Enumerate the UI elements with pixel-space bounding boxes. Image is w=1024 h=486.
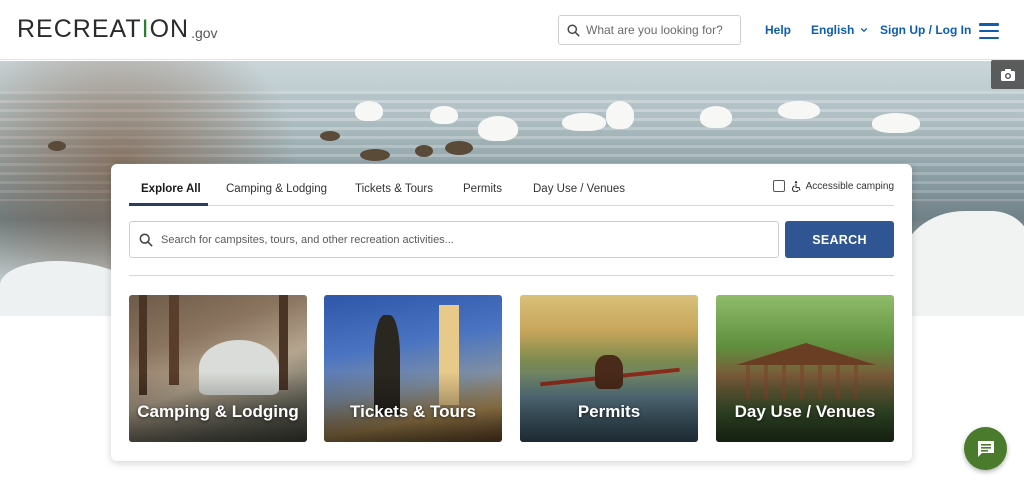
tile-tickets-tours[interactable]: Tickets & Tours [324, 295, 502, 442]
tile-day-use-venues[interactable]: Day Use / Venues [716, 295, 894, 442]
chat-button[interactable] [964, 427, 1007, 470]
tile-label: Permits [577, 402, 641, 421]
tile-permits[interactable]: Permits [520, 295, 698, 442]
tile-label: Tickets & Tours [350, 402, 476, 421]
wheelchair-icon [791, 180, 801, 192]
accessible-camping-label: Accessible camping [805, 180, 894, 192]
tab-camping-lodging[interactable]: Camping & Lodging [226, 182, 327, 196]
tab-day-use-venues[interactable]: Day Use / Venues [533, 182, 625, 196]
tab-explore-all[interactable]: Explore All [141, 182, 201, 196]
logo-wordmark: RECREATION [17, 15, 190, 43]
sign-up-log-in-link[interactable]: Sign Up / Log In [880, 23, 971, 37]
search-icon [567, 23, 580, 37]
header-search-box[interactable] [558, 15, 741, 45]
chevron-down-icon [861, 27, 868, 33]
category-tiles: Camping & Lodging Tickets & Tours Permit… [129, 295, 894, 442]
tile-camping-lodging[interactable]: Camping & Lodging [129, 295, 307, 442]
camera-icon [1000, 68, 1015, 81]
search-icon [139, 233, 153, 247]
tile-label: Day Use / Venues [734, 402, 876, 421]
photo-credit-button[interactable] [991, 60, 1024, 89]
recreation-gov-logo[interactable]: RECREATION .gov [17, 14, 218, 44]
site-header: RECREATION .gov Help English Sign Up / L… [0, 0, 1024, 60]
search-card: Explore All Camping & Lodging Tickets & … [111, 164, 912, 461]
header-search-input[interactable] [586, 23, 736, 37]
main-search-input[interactable] [161, 233, 761, 246]
search-category-tabs: Explore All Camping & Lodging Tickets & … [129, 164, 894, 206]
language-selector[interactable]: English [811, 23, 868, 37]
search-button[interactable]: SEARCH [785, 221, 894, 258]
accessible-camping-checkbox[interactable] [772, 180, 785, 192]
chat-bubble-icon [977, 440, 994, 457]
logo-suffix: .gov [191, 25, 218, 41]
card-divider [129, 275, 894, 276]
accessible-camping-option[interactable]: Accessible camping [772, 180, 894, 192]
tab-permits[interactable]: Permits [463, 182, 502, 196]
main-search-box[interactable] [129, 221, 779, 258]
help-link[interactable]: Help [765, 23, 791, 37]
tile-label: Camping & Lodging [137, 402, 299, 421]
hamburger-menu-icon[interactable] [979, 23, 999, 39]
active-tab-indicator [129, 203, 208, 206]
tab-tickets-tours[interactable]: Tickets & Tours [355, 182, 433, 196]
language-label: English [811, 23, 855, 37]
